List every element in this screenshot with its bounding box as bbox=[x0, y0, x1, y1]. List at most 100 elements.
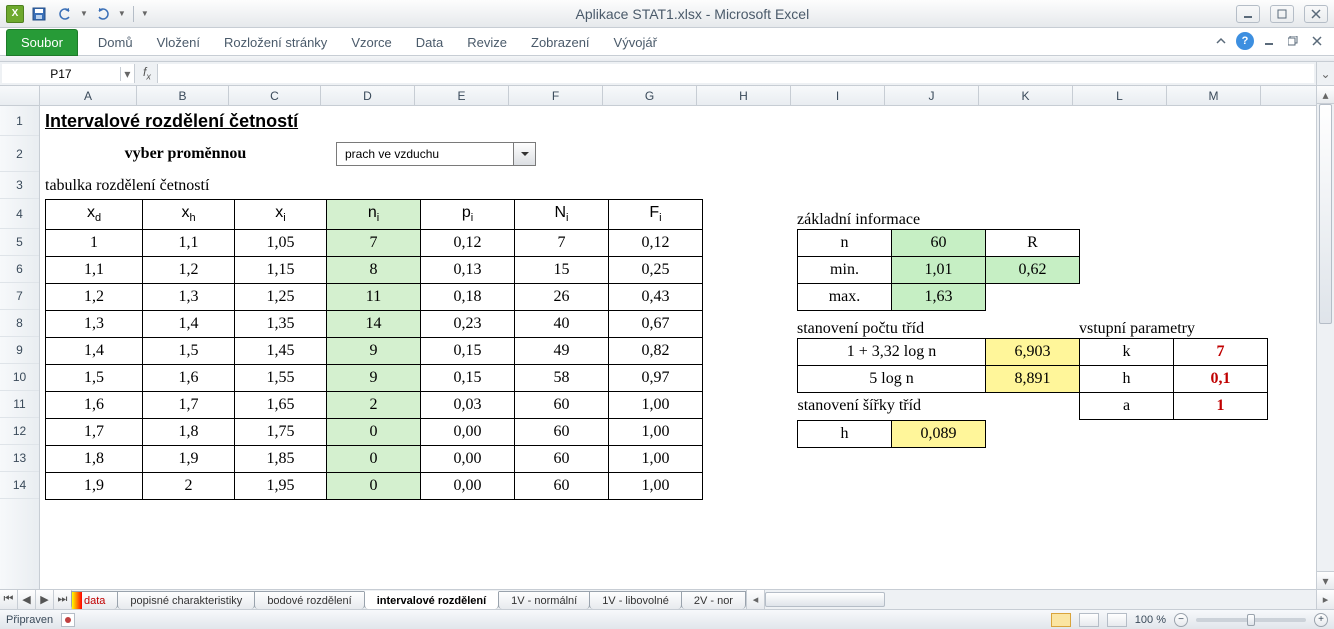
cell-xd[interactable]: 1,6 bbox=[46, 392, 143, 419]
column-header-K[interactable]: K bbox=[979, 86, 1073, 105]
cell-xi[interactable]: 1,35 bbox=[235, 311, 327, 338]
cell-Fi[interactable]: 0,25 bbox=[609, 257, 703, 284]
name-box-input[interactable] bbox=[2, 67, 120, 81]
cell-Ni[interactable]: 58 bbox=[515, 365, 609, 392]
cell-Ni[interactable]: 49 bbox=[515, 338, 609, 365]
row-header-9[interactable]: 9 bbox=[0, 337, 39, 364]
cell-Fi[interactable]: 0,67 bbox=[609, 311, 703, 338]
ribbon-tab-vložení[interactable]: Vložení bbox=[145, 30, 212, 55]
name-box[interactable]: ▾ bbox=[2, 64, 135, 83]
cell-xi[interactable]: 1,85 bbox=[235, 446, 327, 473]
cell-xd[interactable]: 1,9 bbox=[46, 473, 143, 500]
cell-Fi[interactable]: 0,43 bbox=[609, 284, 703, 311]
cell-xh[interactable]: 2 bbox=[143, 473, 235, 500]
column-header-G[interactable]: G bbox=[603, 86, 697, 105]
cell-xh[interactable]: 1,2 bbox=[143, 257, 235, 284]
cell-ni[interactable]: 7 bbox=[327, 230, 421, 257]
cell-pi[interactable]: 0,15 bbox=[421, 338, 515, 365]
cell-xi[interactable]: 1,75 bbox=[235, 419, 327, 446]
zoom-slider-thumb[interactable] bbox=[1247, 614, 1255, 626]
cells-area[interactable]: Intervalové rozdělení četností vyber pro… bbox=[40, 106, 1316, 589]
column-header-I[interactable]: I bbox=[791, 86, 885, 105]
zoom-slider[interactable] bbox=[1196, 618, 1306, 622]
cell-xh[interactable]: 1,5 bbox=[143, 338, 235, 365]
zoom-out-button[interactable]: − bbox=[1174, 613, 1188, 627]
cell-xh[interactable]: 1,3 bbox=[143, 284, 235, 311]
cell-ni[interactable]: 14 bbox=[327, 311, 421, 338]
view-page-break-button[interactable] bbox=[1107, 613, 1127, 627]
scroll-left-button[interactable]: ◂ bbox=[747, 590, 765, 609]
cell-ni[interactable]: 0 bbox=[327, 473, 421, 500]
horizontal-scrollbar[interactable]: ◂ ▸ bbox=[746, 590, 1334, 609]
sheet-tab[interactable]: 1V - normální bbox=[498, 591, 590, 609]
row-header-5[interactable]: 5 bbox=[0, 229, 39, 256]
column-header-J[interactable]: J bbox=[885, 86, 979, 105]
scroll-down-button[interactable]: ▾ bbox=[1317, 571, 1334, 589]
view-page-layout-button[interactable] bbox=[1079, 613, 1099, 627]
cell-Fi[interactable]: 0,97 bbox=[609, 365, 703, 392]
select-all-corner[interactable] bbox=[0, 86, 40, 105]
ribbon-tab-vzorce[interactable]: Vzorce bbox=[339, 30, 403, 55]
cell-pi[interactable]: 0,18 bbox=[421, 284, 515, 311]
minimize-button[interactable] bbox=[1236, 5, 1260, 23]
cell-Fi[interactable]: 0,82 bbox=[609, 338, 703, 365]
cell-ni[interactable]: 8 bbox=[327, 257, 421, 284]
workbook-restore-button[interactable] bbox=[1284, 32, 1302, 50]
ribbon-tab-vývojář[interactable]: Vývojář bbox=[602, 30, 669, 55]
cell-xd[interactable]: 1,1 bbox=[46, 257, 143, 284]
cell-Ni[interactable]: 15 bbox=[515, 257, 609, 284]
fx-icon[interactable]: fx bbox=[143, 65, 151, 81]
cell-xi[interactable]: 1,55 bbox=[235, 365, 327, 392]
cell-Ni[interactable]: 7 bbox=[515, 230, 609, 257]
column-header-C[interactable]: C bbox=[229, 86, 321, 105]
sheet-tab[interactable]: intervalové rozdělení bbox=[364, 591, 499, 609]
cell-xd[interactable]: 1 bbox=[46, 230, 143, 257]
cell-xi[interactable]: 1,15 bbox=[235, 257, 327, 284]
cell-Ni[interactable]: 60 bbox=[515, 419, 609, 446]
cell-Ni[interactable]: 60 bbox=[515, 446, 609, 473]
cell-ni[interactable]: 9 bbox=[327, 365, 421, 392]
cell-xi[interactable]: 1,25 bbox=[235, 284, 327, 311]
row-header-2[interactable]: 2 bbox=[0, 136, 39, 172]
ribbon-tab-domů[interactable]: Domů bbox=[86, 30, 145, 55]
cell-xi[interactable]: 1,45 bbox=[235, 338, 327, 365]
workbook-close-button[interactable] bbox=[1308, 32, 1326, 50]
vertical-scrollbar[interactable]: ▴ ▾ bbox=[1316, 86, 1334, 589]
column-header-L[interactable]: L bbox=[1073, 86, 1167, 105]
sheet-tab[interactable]: 2V - nor bbox=[681, 591, 746, 609]
close-button[interactable] bbox=[1304, 5, 1328, 23]
cell-ni[interactable]: 11 bbox=[327, 284, 421, 311]
vertical-scroll-thumb[interactable] bbox=[1319, 104, 1332, 324]
variable-combobox[interactable]: prach ve vzduchu bbox=[336, 142, 536, 166]
cell-xh[interactable]: 1,4 bbox=[143, 311, 235, 338]
sheet-tab[interactable]: 1V - libovolné bbox=[589, 591, 682, 609]
cell-ni[interactable]: 9 bbox=[327, 338, 421, 365]
undo-dropdown-icon[interactable]: ▼ bbox=[80, 9, 88, 18]
ribbon-minimize-button[interactable] bbox=[1212, 32, 1230, 50]
cell-Fi[interactable]: 1,00 bbox=[609, 392, 703, 419]
row-header-8[interactable]: 8 bbox=[0, 310, 39, 337]
cell-pi[interactable]: 0,00 bbox=[421, 473, 515, 500]
ribbon-tab-revize[interactable]: Revize bbox=[455, 30, 519, 55]
cell-pi[interactable]: 0,03 bbox=[421, 392, 515, 419]
column-header-H[interactable]: H bbox=[697, 86, 791, 105]
help-button[interactable]: ? bbox=[1236, 32, 1254, 50]
ribbon-tab-data[interactable]: Data bbox=[404, 30, 455, 55]
qat-customize-icon[interactable]: ▼ bbox=[141, 9, 149, 18]
cell-xi[interactable]: 1,95 bbox=[235, 473, 327, 500]
cell-xh[interactable]: 1,9 bbox=[143, 446, 235, 473]
maximize-button[interactable] bbox=[1270, 5, 1294, 23]
row-header-11[interactable]: 11 bbox=[0, 391, 39, 418]
sheet-tab[interactable]: bodové rozdělení bbox=[254, 591, 364, 609]
cell-pi[interactable]: 0,12 bbox=[421, 230, 515, 257]
row-header-4[interactable]: 4 bbox=[0, 199, 39, 229]
column-header-A[interactable]: A bbox=[40, 86, 137, 105]
sheet-tab[interactable]: popisné charakteristiky bbox=[117, 591, 255, 609]
horizontal-scroll-thumb[interactable] bbox=[765, 592, 885, 607]
redo-button[interactable] bbox=[92, 3, 114, 25]
cell-xd[interactable]: 1,3 bbox=[46, 311, 143, 338]
cell-xh[interactable]: 1,8 bbox=[143, 419, 235, 446]
cell-xd[interactable]: 1,2 bbox=[46, 284, 143, 311]
sheet-tab[interactable]: data bbox=[71, 591, 118, 609]
sheet-nav-next[interactable]: ▶ bbox=[36, 590, 54, 609]
